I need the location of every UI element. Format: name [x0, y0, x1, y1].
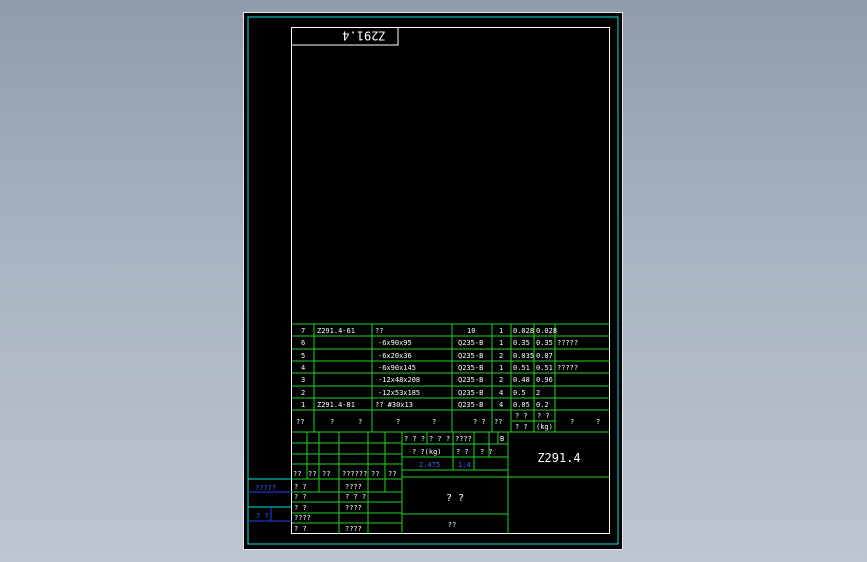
title-block: ? ? ? ? ? ? ???? B ? ?(kg) ? ? ? ? 2.475…: [404, 435, 581, 529]
tb-weight: 2.475: [419, 461, 440, 469]
drawing-number: Z291.4: [537, 451, 580, 465]
bom-row-spec: -12x48x208: [378, 376, 420, 384]
tb-r2b: ? ?: [456, 448, 469, 456]
signature-name: ????: [345, 525, 362, 533]
bom-row-qty: 1: [499, 364, 503, 372]
bom-row-no: 6: [301, 339, 305, 347]
bom-row-no: 1: [301, 401, 305, 409]
tb-r1c: ????: [455, 435, 472, 443]
bom-row-unit-weight: 0.028: [513, 327, 534, 335]
bom-header-kg: (kg): [536, 423, 553, 431]
bom-row-code: Z291.4-61: [317, 327, 355, 335]
margin-label-2: ? ?: [256, 512, 269, 520]
bom-rows: 7 Z291.4-61?? 10 1 0.028 0.028 6 -6x90x95 Q235-B…: [301, 327, 578, 409]
bom-row-qty: 2: [499, 352, 503, 360]
part-name: ? ?: [446, 493, 464, 504]
signature-role: ? ?: [294, 504, 307, 512]
bom-row-material: 10: [467, 327, 475, 335]
bom-row-total-weight: 0.07: [536, 352, 553, 360]
bom-header-note-b: ?: [596, 418, 600, 426]
bom-header-name: ?: [396, 418, 400, 426]
bom-row-material: Q235-B: [458, 389, 483, 397]
margin-label-1: ?????: [255, 484, 276, 492]
bom-row-material: Q235-B: [458, 352, 483, 360]
bom-row-no: 7: [301, 327, 305, 335]
tb-r1d: B: [500, 435, 504, 443]
bom-row-spec: -6x90x95: [378, 339, 412, 347]
drawing-sheet: Z291.4 7 Z291.4-61 ?? 10 1 0.028 0.028 6…: [243, 12, 623, 550]
bom-row-qty: 1: [499, 327, 503, 335]
bom-row-material: Q235-B: [458, 339, 483, 347]
bom-row-name: ?? #30x13: [375, 401, 413, 409]
revision-cell: ??: [388, 470, 396, 478]
bom-row-no: 3: [301, 376, 305, 384]
bom-row-code: Z291.4-81: [317, 401, 355, 409]
bom-row-material: Q235-B: [458, 376, 483, 384]
bom-row-unit-weight: 0.51: [513, 364, 530, 372]
bom-row-no: 4: [301, 364, 305, 372]
signature-role: ????: [294, 514, 311, 522]
bom-row-total-weight: 0.51: [536, 364, 553, 372]
bom-row-total-weight: 2: [536, 389, 540, 397]
drawing-canvas: Z291.4 7 Z291.4-61 ?? 10 1 0.028 0.0286 …: [247, 16, 619, 545]
bom-row-unit-weight: 0.35: [513, 339, 530, 347]
bom-row-spec: -6x90x145: [378, 364, 416, 372]
bom-row-unit-weight: 0.48: [513, 376, 530, 384]
bom-row-unit-weight: 0.5: [513, 389, 526, 397]
tb-r1b: ? ? ?: [429, 435, 450, 443]
bom-header-code: ?: [330, 418, 334, 426]
bom-row-material: Q235-B: [458, 364, 483, 372]
bom-row-spec: -6x20x36: [378, 352, 412, 360]
bom-header-spec: ?: [432, 418, 436, 426]
bom-header-qty: ??: [494, 418, 502, 426]
bom-header-material: ? ?: [473, 418, 486, 426]
bom-row-total-weight: 0.35: [536, 339, 553, 347]
bom-row-total-weight: 0.028: [536, 327, 557, 335]
bom-row-qty: 4: [499, 389, 503, 397]
bom-row-spec: -12x53x185: [378, 389, 420, 397]
bom-header-unit-b: ? ?: [537, 412, 550, 420]
revision-cell: ??????: [342, 470, 367, 478]
bom-row-note: ?????: [557, 364, 578, 372]
tb-r1a: ? ? ?: [404, 435, 425, 443]
bom-header-total: ? ?: [515, 423, 528, 431]
bom-header-code2: ?: [358, 418, 362, 426]
tb-scale: 1:4: [458, 461, 471, 469]
bom-row-qty: 1: [499, 339, 503, 347]
bom-row-qty: 2: [499, 376, 503, 384]
bom-row-no: 2: [301, 389, 305, 397]
signature-rows: ? ????? ? ? ? ? ? ? ????????? ? ?????: [294, 483, 366, 533]
revision-cell: ??: [371, 470, 379, 478]
title-block-grid: [292, 432, 610, 534]
signature-role: ? ?: [294, 525, 307, 533]
bom-row-unit-weight: 0.035: [513, 352, 534, 360]
bom-row-qty: 4: [499, 401, 503, 409]
signature-role: ? ?: [294, 493, 307, 501]
bom-header-no: ??: [296, 418, 304, 426]
bom-header-unit-a: ? ?: [515, 412, 528, 420]
revision-cell: ??: [308, 470, 316, 478]
revision-cell: ??: [293, 470, 301, 478]
bom-row-total-weight: 0.2: [536, 401, 549, 409]
tb-r2c: ? ?: [480, 448, 493, 456]
bom-row-unit-weight: 0.05: [513, 401, 530, 409]
bom-row-total-weight: 0.96: [536, 376, 553, 384]
signature-role: ? ?: [294, 483, 307, 491]
top-code-label: Z291.4: [342, 29, 385, 43]
bom-row-no: 5: [301, 352, 305, 360]
revision-cell: ??: [322, 470, 330, 478]
bom-row-name: ??: [375, 327, 383, 335]
signature-name: ????: [345, 483, 362, 491]
company-name: ??: [448, 521, 456, 529]
signature-name: ? ? ?: [345, 493, 366, 501]
bom-row-material: Q235-B: [458, 401, 483, 409]
bom-header-note-a: ?: [570, 418, 574, 426]
tb-r2a: ? ?(kg): [412, 448, 442, 456]
bom-row-note: ?????: [557, 339, 578, 347]
signature-name: ????: [345, 504, 362, 512]
revision-row: ????????????????: [293, 470, 396, 478]
